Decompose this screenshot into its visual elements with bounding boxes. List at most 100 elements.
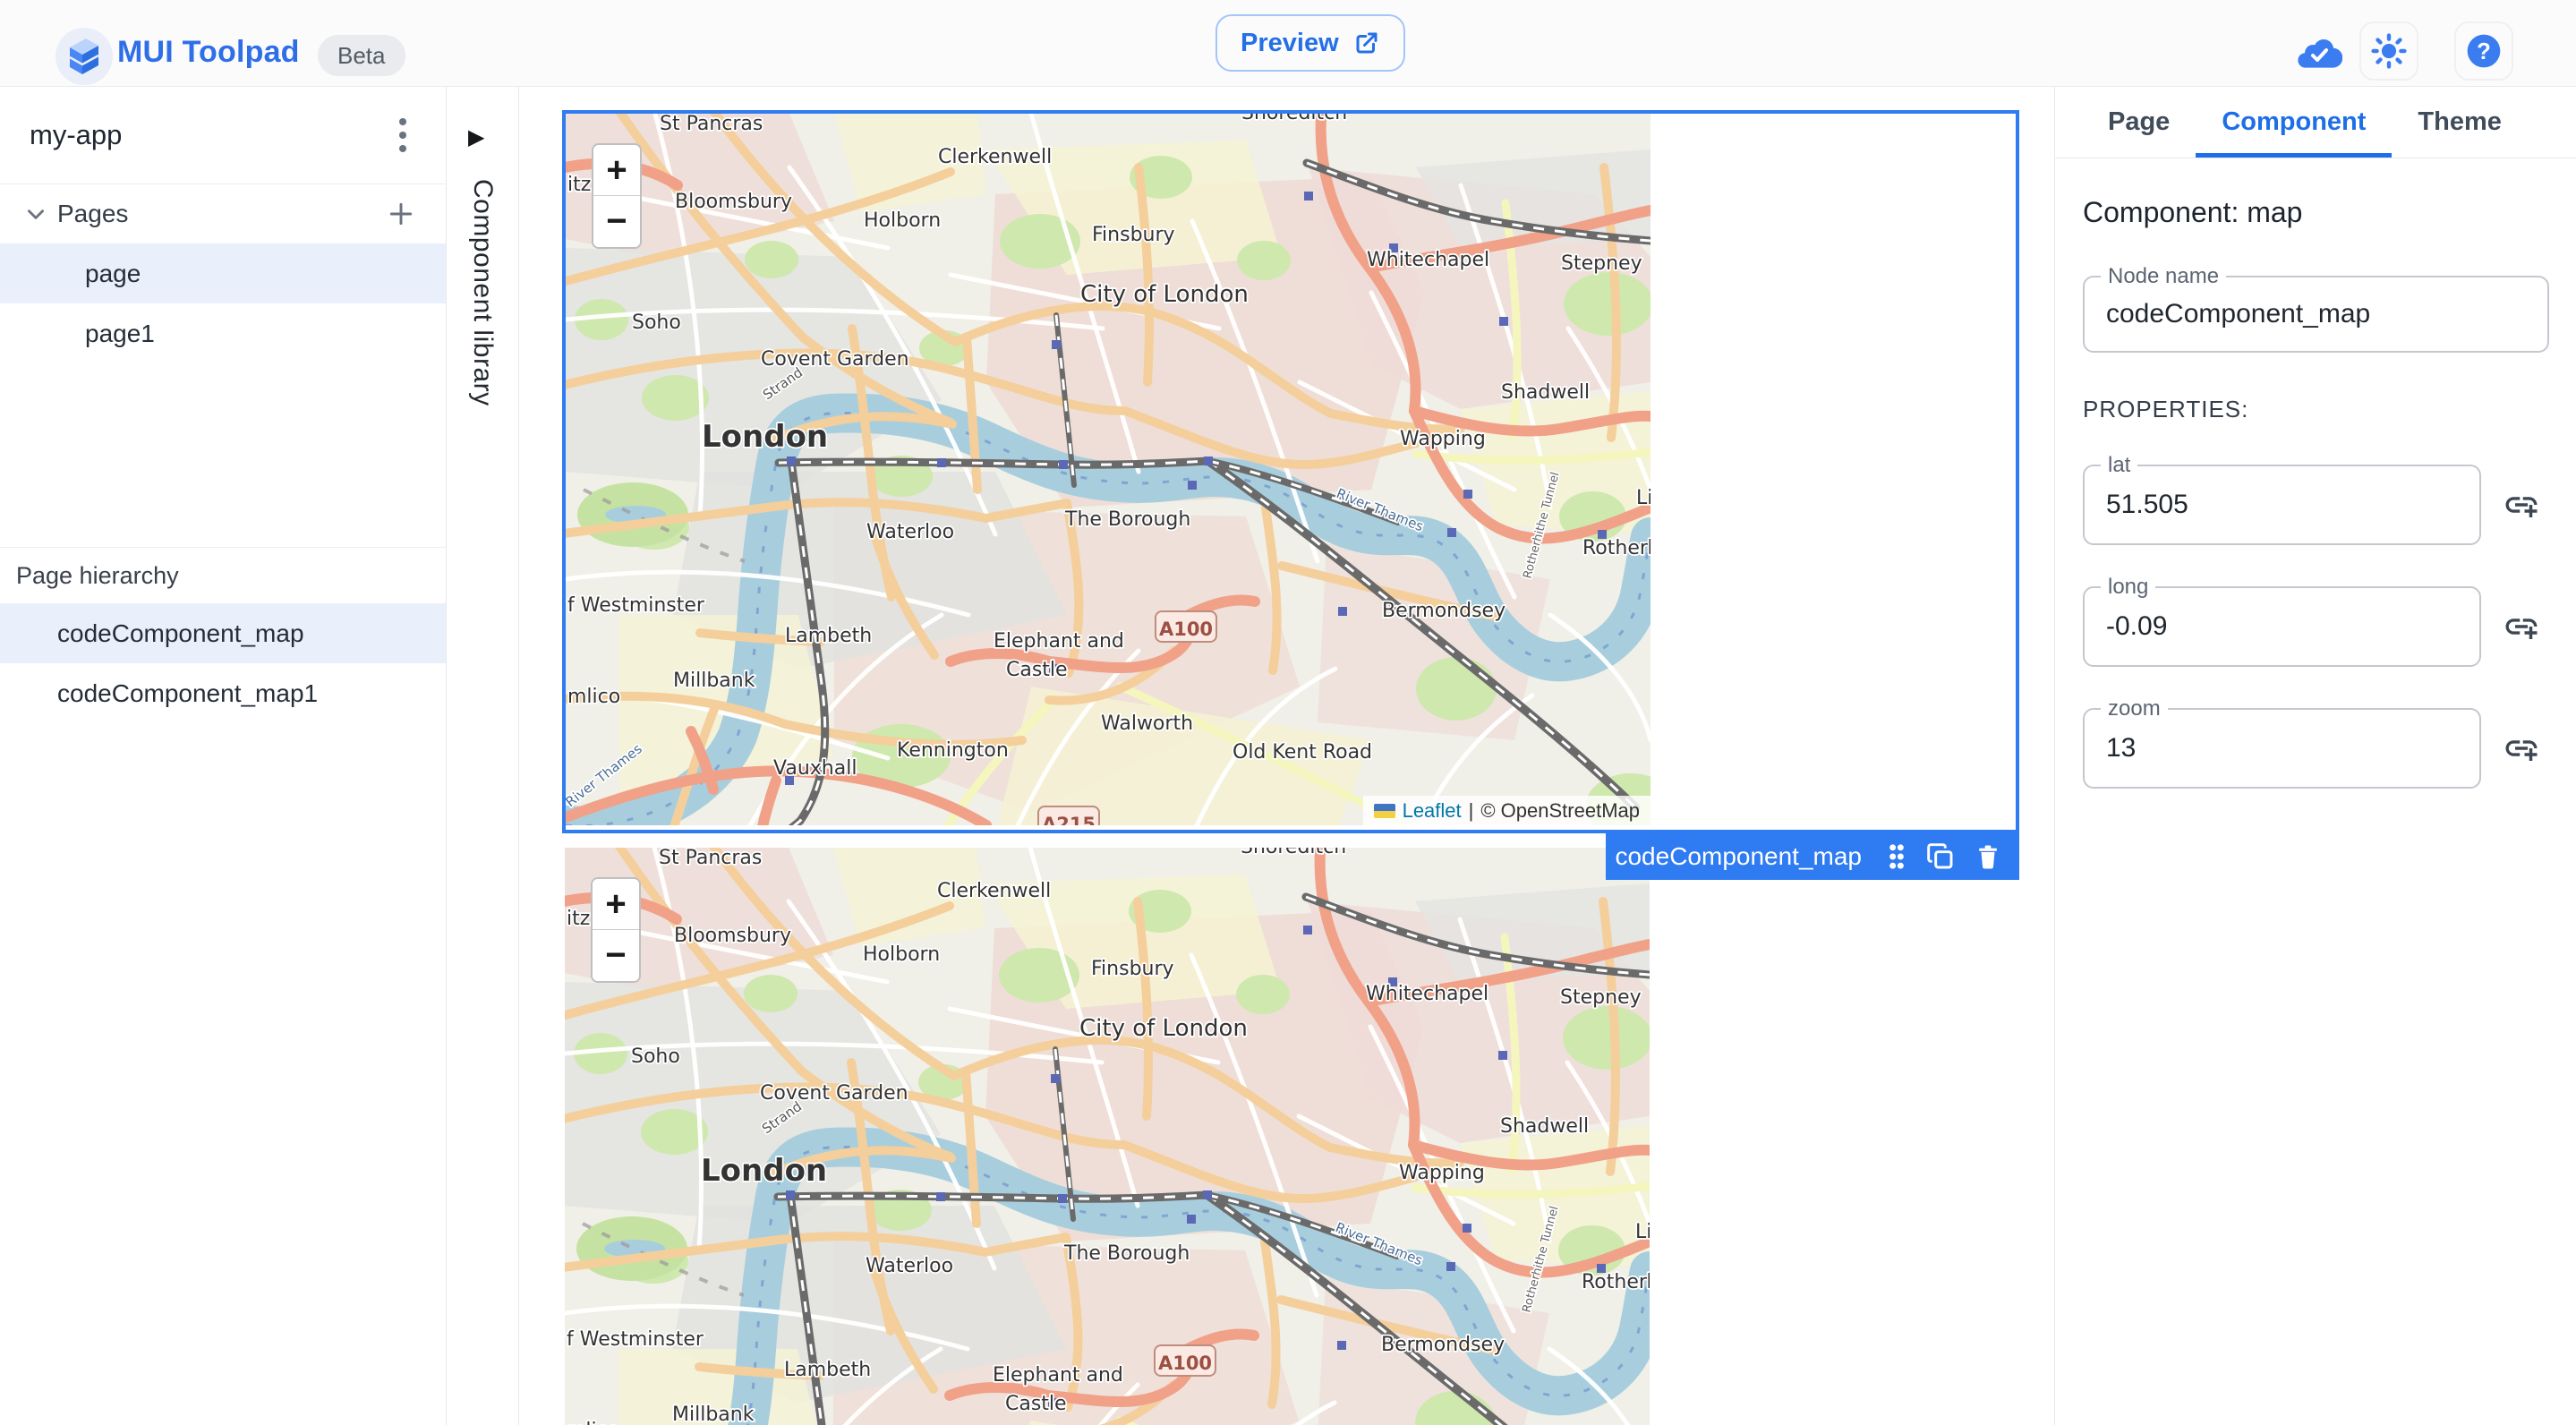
app-menu-button[interactable] bbox=[385, 115, 421, 155]
node-name-value: codeComponent_map bbox=[2106, 299, 2371, 329]
map-place-label: Vauxhall bbox=[773, 757, 857, 780]
help-icon: ? bbox=[2464, 31, 2503, 71]
pages-collapse-chevron-icon[interactable] bbox=[18, 202, 54, 226]
svg-text:?: ? bbox=[2477, 39, 2491, 64]
theme-toggle-button[interactable] bbox=[2359, 21, 2418, 81]
expand-arrow-icon[interactable]: ▶ bbox=[468, 124, 484, 150]
map-component-2[interactable]: A100A215St PancrasShoreditchClerkenwellF… bbox=[565, 848, 1650, 1425]
add-page-button[interactable] bbox=[383, 194, 419, 234]
map-place-label: City of London bbox=[1080, 281, 1249, 308]
duplicate-button[interactable] bbox=[1926, 842, 1955, 871]
map-place-label: Finsbury bbox=[1092, 224, 1175, 246]
tab-component[interactable]: Component bbox=[2196, 87, 2393, 158]
leaflet-link[interactable]: Leaflet bbox=[1403, 799, 1462, 823]
sun-icon bbox=[2369, 31, 2409, 71]
zoom-in-button[interactable]: + bbox=[593, 145, 640, 196]
map-place-label: Walworth bbox=[1101, 712, 1193, 735]
leaflet-zoom-control: + − bbox=[591, 877, 641, 983]
map-place-label: Covent Garden bbox=[760, 1082, 908, 1105]
page-hierarchy-title: Page hierarchy bbox=[16, 561, 179, 589]
zoom-out-button[interactable]: − bbox=[593, 930, 639, 981]
osm-link[interactable]: © OpenStreetMap bbox=[1480, 799, 1640, 823]
node-name-field[interactable]: Node name codeComponent_map bbox=[2083, 264, 2549, 353]
selection-toolbar: codeComponent_map bbox=[1606, 832, 2019, 880]
drag-handle-icon[interactable] bbox=[1887, 842, 1906, 871]
mui-toolpad-logo-icon bbox=[55, 28, 113, 85]
explorer-sidebar: my-app Pages page page1 Page hierarchy co… bbox=[0, 87, 447, 1425]
lat-field-value: 51.505 bbox=[2106, 490, 2188, 519]
zoom-out-button[interactable]: − bbox=[593, 196, 640, 247]
map-place-label: Shoreditch bbox=[1241, 114, 1347, 124]
inspector-panel: Page Component Theme Component: map Node n… bbox=[2054, 87, 2576, 1425]
hierarchy-item-codeComponent_map1[interactable]: codeComponent_map1 bbox=[0, 663, 446, 723]
map-place-label: Waterloo bbox=[866, 1255, 953, 1277]
property-row-lat: lat 51.505 bbox=[2083, 453, 2548, 545]
road-badge: A100 bbox=[1154, 1344, 1216, 1377]
zoom-field-value: 13 bbox=[2106, 733, 2137, 763]
road-badge: A100 bbox=[1155, 610, 1217, 643]
map-place-label: Elephant and bbox=[994, 630, 1124, 653]
app-name: my-app bbox=[30, 119, 123, 150]
zoom-field[interactable]: zoom 13 bbox=[2083, 696, 2481, 789]
map-place-label: Lambeth bbox=[784, 1359, 871, 1381]
openstreetmap-tiles: A100 A215 St Pancras Shoreditch Clerkenwell F… bbox=[566, 114, 1651, 825]
map-place-label: Bermondsey bbox=[1382, 600, 1506, 622]
map-place-label: itz bbox=[567, 908, 590, 930]
preview-button-label: Preview bbox=[1241, 28, 1339, 57]
map-place-label: Holborn bbox=[863, 943, 940, 966]
map-place-label: London bbox=[702, 419, 828, 455]
bind-long-button[interactable] bbox=[2503, 608, 2540, 645]
map-place-label: Lim bbox=[1636, 487, 1651, 509]
map-place-label: Holborn bbox=[864, 209, 941, 232]
map-place-label: Rotherhithe bbox=[1582, 537, 1651, 559]
map-place-label: Bloomsbury bbox=[675, 191, 792, 213]
map-place-label: Waterloo bbox=[866, 521, 954, 543]
map-place-label: Old Kent Road bbox=[1233, 741, 1372, 764]
bind-zoom-button[interactable] bbox=[2503, 730, 2540, 767]
add-link-icon bbox=[2503, 608, 2540, 645]
pages-list: page page1 bbox=[0, 243, 446, 363]
map-place-label: City of London bbox=[1079, 1015, 1248, 1042]
lat-field[interactable]: lat 51.505 bbox=[2083, 453, 2481, 545]
map-place-label: St Pancras bbox=[659, 848, 762, 869]
map-component-1[interactable]: A100 A215 St Pancras Shoreditch Clerkenwell F… bbox=[566, 114, 1651, 825]
openstreetmap-tiles: A100A215St PancrasShoreditchClerkenwellF… bbox=[565, 848, 1650, 1425]
delete-button[interactable] bbox=[1975, 842, 2001, 871]
map-attribution: Leaflet | © OpenStreetMap bbox=[1362, 796, 1651, 825]
zoom-in-button[interactable]: + bbox=[593, 879, 639, 930]
map-place-label: Whitechapel bbox=[1367, 249, 1489, 271]
tab-page[interactable]: Page bbox=[2082, 87, 2196, 158]
app-header: MUI Toolpad Beta Preview ? bbox=[0, 0, 2576, 87]
road-badge: A215 bbox=[1037, 806, 1100, 825]
component-library-panel[interactable]: ▶ Component library bbox=[447, 87, 519, 1425]
help-button[interactable]: ? bbox=[2454, 21, 2513, 81]
sidebar-item-page[interactable]: page bbox=[0, 243, 446, 303]
hierarchy-item-codeComponent_map[interactable]: codeComponent_map bbox=[0, 603, 446, 663]
selected-component-frame[interactable]: A100 A215 St Pancras Shoreditch Clerkenwell F… bbox=[562, 110, 2019, 833]
map-place-label: Clerkenwell bbox=[937, 880, 1051, 902]
long-field[interactable]: long -0.09 bbox=[2083, 575, 2481, 667]
map-place-label: f Westminster bbox=[567, 594, 705, 617]
pages-section-label: Pages bbox=[57, 200, 129, 227]
sidebar-item-page1[interactable]: page1 bbox=[0, 303, 446, 363]
sync-status-button[interactable] bbox=[2290, 21, 2349, 81]
tab-theme[interactable]: Theme bbox=[2392, 87, 2527, 158]
long-field-label: long bbox=[2101, 575, 2156, 600]
beta-badge: Beta bbox=[318, 35, 405, 76]
add-link-icon bbox=[2503, 730, 2540, 767]
map-place-label: Shadwell bbox=[1500, 1115, 1589, 1138]
editor-canvas[interactable]: A100 A215 St Pancras Shoreditch Clerkenwell F… bbox=[519, 87, 2054, 1425]
node-name-label: Node name bbox=[2101, 264, 2227, 289]
map-place-label: Lim bbox=[1635, 1221, 1650, 1243]
preview-button[interactable]: Preview bbox=[1215, 14, 1405, 72]
attribution-separator: | bbox=[1468, 798, 1474, 822]
component-library-label: Component library bbox=[468, 179, 498, 406]
bind-lat-button[interactable] bbox=[2503, 486, 2540, 524]
map-place-label: itz bbox=[567, 174, 591, 196]
map-place-label: St Pancras bbox=[660, 114, 763, 135]
map-place-label: Millbank bbox=[672, 1404, 755, 1425]
map-place-label: Stepney bbox=[1561, 252, 1642, 275]
map-place-label: f Westminster bbox=[567, 1328, 704, 1351]
map-place-label: Clerkenwell bbox=[938, 146, 1052, 168]
component-heading: Component: map bbox=[2083, 196, 2303, 228]
